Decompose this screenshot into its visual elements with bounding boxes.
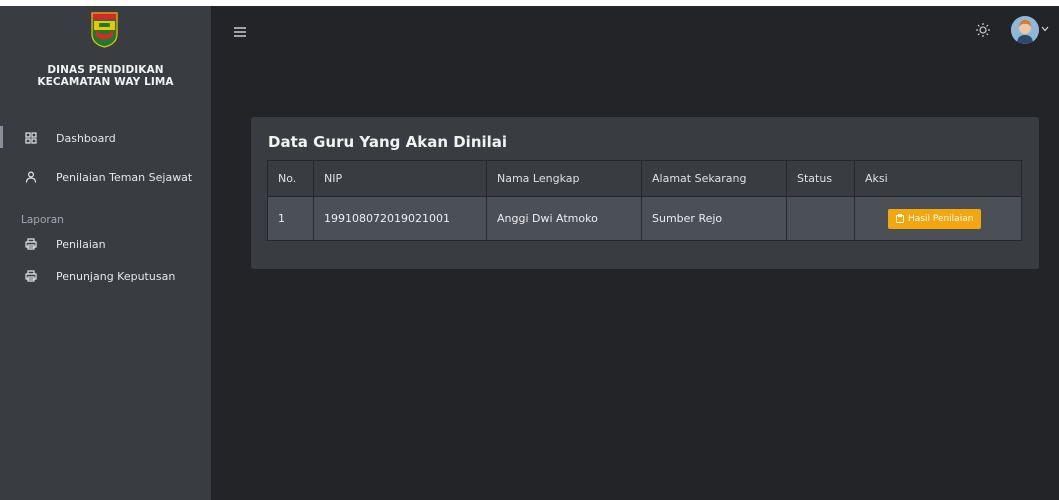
- cell-status: [786, 196, 855, 241]
- chevron-down-icon[interactable]: [1041, 26, 1049, 32]
- avatar-image: [1011, 16, 1039, 44]
- sidebar-item-label: Penilaian Teman Sejawat: [56, 170, 193, 184]
- cell-aksi: Hasil Penilaian: [854, 196, 1022, 241]
- cell-nip: 199108072019021001: [313, 196, 487, 241]
- card-title: Data Guru Yang Akan Dinilai: [268, 133, 508, 151]
- logo-emblem: [91, 12, 118, 48]
- column-header-nama: Nama Lengkap: [486, 160, 642, 197]
- column-header-alamat: Alamat Sekarang: [641, 160, 787, 197]
- sidebar-item-label: Penunjang Keputusan: [56, 269, 176, 283]
- table-row: 1 199108072019021001 Anggi Dwi Atmoko Su…: [267, 196, 1022, 241]
- grid-icon: [25, 132, 37, 144]
- hamburger-icon[interactable]: [233, 26, 247, 38]
- column-header-nip: NIP: [313, 160, 487, 197]
- avatar[interactable]: [1011, 16, 1039, 44]
- column-header-status: Status: [786, 160, 855, 197]
- table-header-row: No. NIP Nama Lengkap Alamat Sekarang Sta…: [267, 160, 1022, 197]
- cell-alamat: Sumber Rejo: [641, 196, 787, 241]
- section-label-laporan: Laporan: [21, 214, 64, 226]
- sidebar-item-penilaian[interactable]: Penilaian: [0, 232, 211, 256]
- sun-icon[interactable]: [975, 22, 991, 38]
- sidebar-item-penilaian-teman-sejawat[interactable]: Penilaian Teman Sejawat: [0, 165, 211, 189]
- column-header-no: No.: [267, 160, 314, 197]
- top-header: [211, 6, 1059, 62]
- hasil-penilaian-label: Hasil Penilaian: [908, 213, 974, 224]
- brand-title: DINAS PENDIDIKAN KECAMATAN WAY LIMA: [0, 64, 211, 88]
- sidebar-item-penunjang-keputusan[interactable]: Penunjang Keputusan: [0, 264, 211, 288]
- clipboard-icon: [896, 214, 904, 223]
- brand-line-2: KECAMATAN WAY LIMA: [37, 76, 174, 88]
- brand-line-1: DINAS PENDIDIKAN: [47, 64, 164, 76]
- printer-icon: [25, 238, 37, 250]
- printer-icon: [25, 270, 37, 282]
- sidebar-item-label: Penilaian: [56, 237, 106, 251]
- teacher-table: No. NIP Nama Lengkap Alamat Sekarang Sta…: [267, 160, 1022, 241]
- column-header-aksi: Aksi: [854, 160, 1022, 197]
- cell-no: 1: [267, 196, 314, 241]
- cell-nama: Anggi Dwi Atmoko: [486, 196, 642, 241]
- sidebar-item-label: Dashboard: [56, 131, 116, 145]
- user-icon: [25, 171, 37, 183]
- sidebar-item-dashboard[interactable]: Dashboard: [0, 126, 211, 150]
- hasil-penilaian-button[interactable]: Hasil Penilaian: [888, 208, 982, 229]
- data-card: Data Guru Yang Akan Dinilai No. NIP Nama…: [251, 117, 1039, 269]
- sidebar: DINAS PENDIDIKAN KECAMATAN WAY LIMA Dash…: [0, 6, 211, 500]
